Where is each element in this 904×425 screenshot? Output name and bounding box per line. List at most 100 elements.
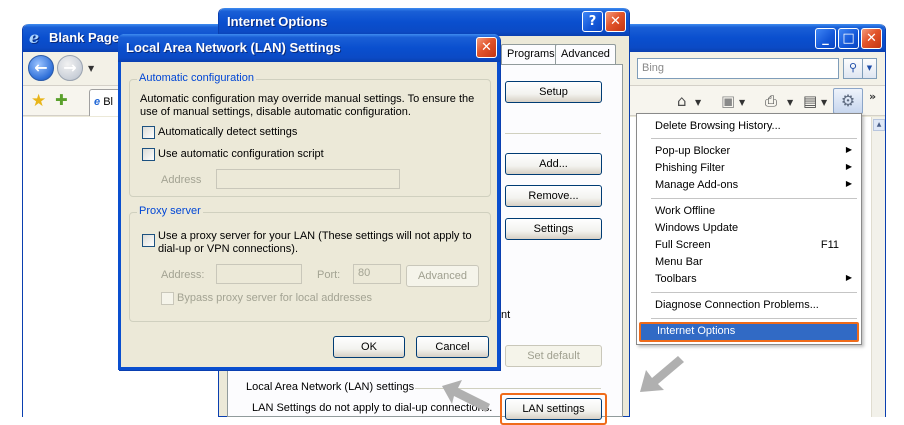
- print-icon[interactable]: ⎙: [765, 92, 777, 110]
- help-button[interactable]: ?: [582, 11, 603, 32]
- internet-options-titlebar[interactable]: Internet Options: [219, 8, 629, 36]
- page-dropdown-icon[interactable]: ▼: [821, 98, 827, 107]
- hint-arrow-icon: [442, 380, 490, 412]
- dialog-title: Local Area Network (LAN) Settings: [126, 40, 341, 55]
- menu-item-label: Full Screen: [655, 239, 711, 251]
- group-legend: Proxy server: [137, 205, 203, 217]
- ok-button[interactable]: OK: [333, 336, 405, 358]
- close-icon: ✕: [481, 40, 492, 55]
- home-icon[interactable]: ⌂: [677, 92, 687, 110]
- menu-item-label: Delete Browsing History...: [655, 120, 781, 132]
- address-label: Address: [161, 174, 202, 186]
- button-label: Settings: [533, 223, 574, 235]
- submenu-arrow-icon: ▶: [845, 179, 852, 188]
- menu-item-manage-addons[interactable]: Manage Add-ons ▶: [639, 177, 859, 194]
- search-options-icon[interactable]: ▼: [863, 58, 877, 79]
- remove-button[interactable]: Remove...: [505, 185, 602, 207]
- ie-close-button[interactable]: ✕: [861, 28, 882, 49]
- submenu-arrow-icon: ▶: [845, 273, 852, 282]
- tab-page-icon: e: [94, 96, 101, 108]
- bypass-label: Bypass proxy server for local addresses: [177, 292, 373, 304]
- search-icon[interactable]: ⚲: [843, 58, 863, 79]
- lan-settings-highlight: [500, 393, 607, 425]
- search-input[interactable]: Bing: [637, 58, 839, 79]
- dialog-title: Internet Options: [227, 14, 328, 29]
- back-arrow-icon[interactable]: ←: [28, 55, 54, 81]
- menu-item-toolbars[interactable]: Toolbars ▶: [639, 271, 859, 288]
- tab-programs[interactable]: Programs: [501, 44, 561, 64]
- menu-item-full-screen[interactable]: Full Screen F11: [639, 237, 859, 254]
- menu-item-delete-history[interactable]: Delete Browsing History...: [639, 118, 859, 135]
- minimize-icon: _: [822, 31, 829, 46]
- tab-label: Advanced: [561, 48, 610, 60]
- gear-icon[interactable]: ⚙: [833, 88, 863, 114]
- menu-item-label: Phishing Filter: [655, 162, 725, 174]
- forward-arrow-icon[interactable]: →: [57, 55, 83, 81]
- lan-settings-dialog: Local Area Network (LAN) Settings ✕ Auto…: [118, 34, 500, 370]
- button-label: Remove...: [528, 190, 579, 202]
- menu-divider: [651, 198, 857, 199]
- button-label: OK: [361, 341, 377, 353]
- scrollbar[interactable]: ▲: [871, 117, 885, 417]
- add-button[interactable]: Add...: [505, 153, 602, 175]
- favorites-star-icon[interactable]: ★: [31, 91, 46, 111]
- proxy-address-label: Address:: [161, 269, 205, 281]
- maximize-button[interactable]: □: [838, 28, 859, 49]
- auto-detect-checkbox[interactable]: [142, 126, 155, 139]
- use-proxy-checkbox[interactable]: [142, 234, 155, 247]
- script-address-field: [216, 169, 400, 189]
- menu-item-label: Manage Add-ons: [655, 179, 739, 191]
- menu-item-diagnose[interactable]: Diagnose Connection Problems...: [639, 297, 859, 314]
- maximize-icon: □: [842, 31, 855, 46]
- menu-divider: [651, 318, 857, 319]
- setup-button[interactable]: Setup: [505, 81, 602, 103]
- menu-item-phishing-filter[interactable]: Phishing Filter ▶: [639, 160, 859, 177]
- tab-advanced[interactable]: Advanced: [555, 44, 616, 64]
- page-icon[interactable]: ▤: [803, 92, 817, 110]
- partial-text: nt: [501, 309, 511, 321]
- menu-divider: [651, 138, 857, 139]
- proxy-address-field: [216, 264, 302, 284]
- add-favorites-icon[interactable]: ✚: [55, 91, 68, 109]
- menu-item-internet-options[interactable]: Internet Options: [639, 322, 859, 342]
- menu-divider: [651, 292, 857, 293]
- bypass-checkbox: [161, 292, 174, 305]
- cancel-button[interactable]: Cancel: [416, 336, 489, 358]
- lan-titlebar[interactable]: Local Area Network (LAN) Settings: [118, 34, 500, 62]
- scroll-up-icon[interactable]: ▲: [873, 119, 885, 131]
- menu-item-work-offline[interactable]: Work Offline: [639, 203, 859, 220]
- menu-item-menu-bar[interactable]: Menu Bar: [639, 254, 859, 271]
- button-label: Cancel: [435, 341, 470, 353]
- description-line: use of manual settings, disable automati…: [140, 106, 411, 118]
- submenu-arrow-icon: ▶: [845, 145, 852, 154]
- inet-close-button[interactable]: ✕: [605, 11, 626, 32]
- group-legend: Automatic configuration: [137, 72, 256, 84]
- menu-item-windows-update[interactable]: Windows Update: [639, 220, 859, 237]
- auto-detect-label: Automatically detect settings: [158, 126, 298, 138]
- label-line: dial-up or VPN connections).: [158, 243, 299, 255]
- menu-item-label: Toolbars: [655, 273, 697, 285]
- menu-item-label: Work Offline: [655, 205, 716, 217]
- use-proxy-label: Use a proxy server for your LAN (These s…: [158, 230, 472, 256]
- lan-close-button[interactable]: ✕: [476, 37, 497, 58]
- auto-config-description: Automatic configuration may override man…: [140, 93, 474, 119]
- menu-item-popup-blocker[interactable]: Pop-up Blocker ▶: [639, 143, 859, 160]
- menu-item-label: Menu Bar: [655, 256, 703, 268]
- lan-group-title: Local Area Network (LAN) settings: [246, 381, 415, 393]
- use-script-checkbox[interactable]: [142, 148, 155, 161]
- settings-button[interactable]: Settings: [505, 218, 602, 240]
- close-icon: ✕: [866, 31, 877, 46]
- recent-pages-dropdown-icon[interactable]: ▼: [88, 64, 94, 73]
- menu-item-label: Internet Options: [657, 325, 736, 337]
- home-dropdown-icon[interactable]: ▼: [695, 98, 701, 107]
- set-default-button: Set default: [505, 345, 602, 367]
- minimize-button[interactable]: _: [815, 28, 836, 49]
- chevron-right-icon[interactable]: »: [869, 90, 876, 103]
- submenu-arrow-icon: ▶: [845, 162, 852, 171]
- print-dropdown-icon[interactable]: ▼: [787, 98, 793, 107]
- description-line: Automatic configuration may override man…: [140, 93, 475, 105]
- feeds-dropdown-icon[interactable]: ▼: [739, 98, 745, 107]
- feeds-icon[interactable]: ▣: [721, 92, 735, 110]
- port-label: Port:: [317, 269, 341, 281]
- tab-label: Programs: [507, 48, 555, 60]
